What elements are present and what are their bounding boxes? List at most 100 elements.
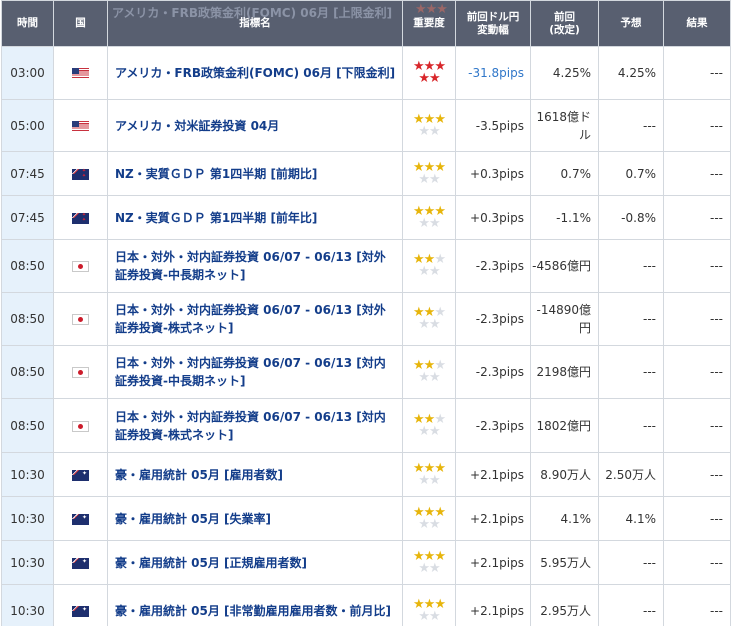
header-importance: ★★★ 重要度 — [402, 0, 456, 47]
table-row[interactable]: 08:50 日本・対外・対内証券投資 06/07 - 06/13 [対内証券投資-… — [1, 398, 731, 453]
row-importance: ★★★ ★★ — [402, 151, 456, 196]
row-time: 10:30 — [1, 452, 54, 497]
row-forecast: --- — [598, 398, 664, 453]
row-indicator-link[interactable]: アメリカ・対米証券投資 04月 — [107, 99, 403, 152]
jp-flag-icon — [72, 420, 89, 432]
row-previous: 4.25% — [530, 46, 599, 100]
row-indicator-link[interactable]: 豪・雇用統計 05月 [雇用者数] — [107, 452, 403, 497]
star-rating-icon: ★★★ ★★ — [413, 504, 446, 532]
row-time: 05:00 — [1, 99, 54, 152]
row-result: --- — [663, 496, 731, 541]
row-previous: 4.1% — [530, 496, 599, 541]
row-change: +0.3pips — [455, 151, 531, 196]
header-ghost-stars-icon: ★★★ — [415, 2, 448, 17]
row-result: --- — [663, 584, 731, 626]
row-indicator-link[interactable]: 豪・雇用統計 05月 [失業率] — [107, 496, 403, 541]
row-forecast: 4.1% — [598, 496, 664, 541]
row-change: -3.5pips — [455, 99, 531, 152]
row-forecast: -0.8% — [598, 195, 664, 240]
table-header: 時間 国 アメリカ・FRB政策金利(FOMC) 06月 [上限金利] 指標名 ★… — [1, 0, 731, 47]
star-rating-icon: ★★★ ★★ — [413, 252, 446, 279]
row-country — [53, 345, 108, 399]
row-importance: ★★★ ★★ — [402, 195, 456, 240]
row-result: --- — [663, 99, 731, 152]
row-forecast: 0.7% — [598, 151, 664, 196]
row-country — [53, 195, 108, 240]
row-time: 10:30 — [1, 584, 54, 626]
row-indicator-link[interactable]: NZ・実質ＧＤＰ 第1四半期 [前年比] — [107, 195, 403, 240]
table-row[interactable]: 10:30 豪・雇用統計 05月 [非常勤雇用雇用者数・前月比] ★★★★★ +2.1… — [1, 584, 731, 626]
row-previous: 2.95万人 — [530, 584, 599, 626]
row-time: 08:50 — [1, 292, 54, 346]
row-country — [53, 540, 108, 585]
row-country — [53, 239, 108, 293]
row-result: --- — [663, 540, 731, 585]
row-indicator-link[interactable]: NZ・実質ＧＤＰ 第1四半期 [前期比] — [107, 151, 403, 196]
row-result: --- — [663, 239, 731, 293]
row-importance: ★★★ ★★ — [402, 292, 456, 346]
au-flag-icon — [72, 513, 89, 525]
row-time: 08:50 — [1, 345, 54, 399]
row-change: -2.3pips — [455, 398, 531, 453]
table-row[interactable]: 08:50 日本・対外・対内証券投資 06/07 - 06/13 [対外証券投資-… — [1, 292, 731, 346]
row-country — [53, 292, 108, 346]
header-indicator: アメリカ・FRB政策金利(FOMC) 06月 [上限金利] 指標名 — [107, 0, 403, 47]
header-previous: 前回 (改定) — [530, 0, 599, 47]
table-row[interactable]: 07:45 NZ・実質ＧＤＰ 第1四半期 [前期比]★★★★★+0.3pips 0.… — [1, 151, 731, 196]
row-result: --- — [663, 151, 731, 196]
row-time: 07:45 — [1, 151, 54, 196]
row-country — [53, 151, 108, 196]
row-forecast: --- — [598, 292, 664, 346]
row-result: --- — [663, 398, 731, 453]
star-rating-icon: ★★★ ★★ — [413, 111, 446, 139]
row-result: --- — [663, 46, 731, 100]
table-row[interactable]: 03:00 アメリカ・FRB政策金利(FOMC) 06月 [下限金利] ★★★ ★★ -… — [1, 46, 731, 100]
row-previous: -4586億円 — [530, 239, 599, 293]
row-change: +0.3pips — [455, 195, 531, 240]
table-row[interactable]: 10:30 豪・雇用統計 05月 [雇用者数] ★★★★★ +2.1pips8.90万… — [1, 452, 731, 497]
table-row[interactable]: 05:00 アメリカ・対米証券投資 04月 ★★★ ★★ -3.5pips 1618億ドル… — [1, 99, 731, 152]
row-previous: 1802億円 — [530, 398, 599, 453]
row-importance: ★★★ ★★ — [402, 452, 456, 497]
row-result: --- — [663, 195, 731, 240]
row-change: +2.1pips — [455, 452, 531, 497]
jp-flag-icon — [72, 261, 89, 272]
row-indicator-link[interactable]: 日本・対外・対内証券投資 06/07 - 06/13 [対内証券投資-株式ネット… — [107, 398, 403, 453]
row-time: 03:00 — [1, 46, 54, 100]
row-previous: -14890億円 — [530, 292, 599, 346]
table-row[interactable]: 10:30 豪・雇用統計 05月 [正規雇用者数] ★★★★★ +2.1pips5.9… — [1, 540, 731, 585]
star-rating-icon: ★★★ ★★ — [413, 358, 446, 385]
row-forecast: 4.25% — [598, 46, 664, 100]
row-country — [53, 452, 108, 497]
row-indicator-link[interactable]: 日本・対外・対内証券投資 06/07 - 06/13 [対内証券投資-中長期ネッ… — [107, 345, 403, 399]
row-importance: ★★★ ★★ — [402, 239, 456, 293]
row-importance: ★★★ ★★ — [402, 540, 456, 585]
row-importance: ★★★ ★★ — [402, 99, 456, 152]
row-importance: ★★★ ★★ — [402, 398, 456, 453]
jp-flag-icon — [72, 314, 89, 325]
row-indicator-link[interactable]: 豪・雇用統計 05月 [正規雇用者数] — [107, 540, 403, 585]
header-forecast: 予想 — [598, 0, 664, 47]
table-row[interactable]: 08:50 日本・対外・対内証券投資 06/07 - 06/13 [対外証券投資-… — [1, 239, 731, 293]
star-rating-icon: ★★★ ★★ — [413, 203, 446, 231]
row-indicator-link[interactable]: アメリカ・FRB政策金利(FOMC) 06月 [下限金利] — [107, 46, 403, 100]
header-result: 結果 — [663, 0, 731, 47]
row-forecast: 2.50万人 — [598, 452, 664, 497]
au-flag-icon — [72, 469, 89, 481]
row-previous: 5.95万人 — [530, 540, 599, 585]
row-change: +2.1pips — [455, 540, 531, 585]
star-rating-icon: ★★★ ★★ — [413, 411, 446, 439]
table-row[interactable]: 10:30豪・雇用統計 05月 [失業率]★★★★★+2.1pips4.1%4.… — [1, 496, 731, 541]
nz-flag-icon — [72, 212, 89, 224]
row-time: 10:30 — [1, 540, 54, 585]
jp-flag-icon — [72, 367, 89, 378]
row-indicator-link[interactable]: 日本・対外・対内証券投資 06/07 - 06/13 [対外証券投資-株式ネット… — [107, 292, 403, 346]
row-result: --- — [663, 292, 731, 346]
row-previous: 1618億ドル — [530, 99, 599, 152]
table-row[interactable]: 08:50 日本・対外・対内証券投資 06/07 - 06/13 [対内証券投資-… — [1, 345, 731, 399]
row-indicator-link[interactable]: 豪・雇用統計 05月 [非常勤雇用雇用者数・前月比] — [107, 584, 403, 626]
table-body: 03:00 アメリカ・FRB政策金利(FOMC) 06月 [下限金利] ★★★ ★★ -… — [1, 46, 731, 626]
row-indicator-link[interactable]: 日本・対外・対内証券投資 06/07 - 06/13 [対外証券投資-中長期ネッ… — [107, 239, 403, 293]
star-rating-icon: ★★★ ★★ — [413, 597, 446, 624]
table-row[interactable]: 07:45 NZ・実質ＧＤＰ 第1四半期 [前年比] ★★★★★ +0.3pips-1… — [1, 195, 731, 240]
